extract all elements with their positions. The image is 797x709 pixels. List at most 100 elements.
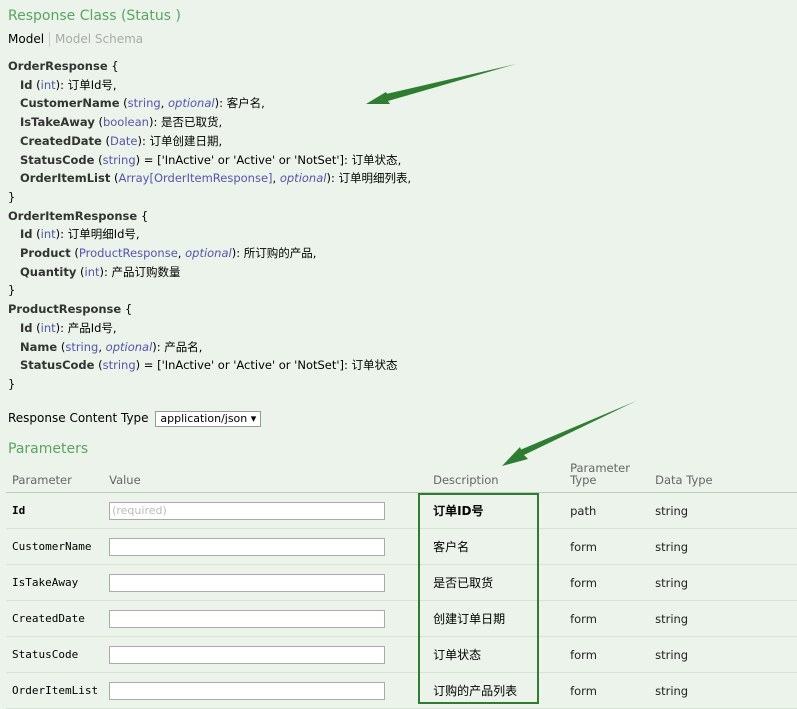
param-row-orderitemlist: OrderItemList 订购的产品列表 form string — [6, 672, 797, 709]
param-type: form — [564, 636, 650, 673]
param-data-type: string — [649, 600, 797, 637]
schema-field: CustomerName (string, optional): 客户名, — [20, 96, 265, 111]
schema-field-desc: 是否已取货 — [160, 115, 219, 130]
schema-field-type: int — [40, 227, 56, 242]
param-value-input[interactable] — [109, 537, 386, 556]
schema-model-name: OrderResponse — [8, 59, 108, 73]
response-content-type-label: Response Content Type — [8, 411, 149, 425]
param-value-input[interactable] — [109, 573, 386, 592]
schema-field-desc: 产品订购数量 — [111, 264, 181, 279]
schema-field: Quantity (int): 产品订购数量 — [20, 264, 181, 279]
model-tabs: Model Model Schema — [8, 32, 143, 47]
parameters-table: Parameter Value Description Parameter Ty… — [6, 462, 797, 709]
schema-field-type: string — [102, 152, 136, 167]
schema-field-desc: 产品Id号 — [67, 320, 113, 335]
param-name: CreatedDate — [6, 600, 104, 637]
schema-model-name: OrderItemResponse — [8, 208, 138, 223]
schema-field-name: Name — [20, 339, 58, 354]
schema-field: CreatedDate (Date): 订单创建日期, — [20, 133, 223, 148]
schema-field-optional: optional — [279, 171, 327, 186]
param-value-cell — [103, 636, 428, 673]
schema-field-optional: optional — [105, 339, 153, 354]
schema-field-type: ProductResponse — [78, 246, 178, 261]
schema-field-type: int — [40, 320, 56, 335]
schema-field-name: Id — [20, 227, 33, 242]
schema-field-optional: optional — [167, 96, 215, 111]
param-type: path — [564, 492, 650, 529]
schema-field-desc: 订单创建日期 — [149, 133, 219, 148]
schema-field-desc: 订单明细列表 — [338, 171, 408, 186]
content-type-select[interactable]: application/json ▾ — [155, 411, 262, 427]
param-value-input[interactable] — [109, 681, 386, 700]
param-value-cell: (required) — [103, 492, 428, 529]
schema-field-name: Quantity — [20, 264, 77, 279]
param-row-createddate: CreatedDate 创建订单日期 form string — [6, 600, 797, 637]
param-type: form — [564, 564, 650, 601]
param-value-cell — [103, 672, 428, 709]
param-value-cell — [103, 528, 428, 565]
param-type: form — [564, 600, 650, 637]
schema-field: Product (ProductResponse, optional): 所订购… — [20, 246, 317, 261]
schema-model-close: } — [8, 189, 16, 204]
schema-field-type: string — [127, 96, 161, 111]
schema-field: Name (string, optional): 产品名, — [20, 339, 203, 354]
param-row-customername: CustomerName 客户名 form string — [6, 528, 797, 565]
schema-model-header: ProductResponse { — [8, 302, 133, 317]
schema-field: Id (int): 产品Id号, — [20, 320, 117, 335]
schema-field: StatusCode (string) = ['InActive' or 'Ac… — [20, 152, 402, 167]
annotation-box — [418, 493, 539, 704]
param-value-input[interactable] — [109, 645, 386, 664]
schema-field-desc: 客户名 — [226, 96, 262, 111]
schema-field-type: string — [65, 339, 99, 354]
param-data-type: string — [649, 528, 797, 565]
schema-field-desc: 订单明细Id号 — [67, 227, 136, 242]
schema-model-header: OrderItemResponse { — [8, 208, 149, 223]
schema-field-optional: optional — [185, 246, 232, 261]
parameters-header-row: Parameter Value Description Parameter Ty… — [6, 462, 797, 493]
schema-field-name: CreatedDate — [20, 133, 102, 148]
param-row-statuscode: StatusCode 订单状态 form string — [6, 636, 797, 673]
schema-field-name: Id — [20, 77, 33, 92]
schema-field: Id (int): 订单Id号, — [20, 77, 117, 92]
param-data-type: string — [649, 672, 797, 709]
param-data-type: string — [649, 636, 797, 673]
schema-field-desc: 订单状态 — [351, 152, 398, 167]
col-parameter-type: Parameter Type — [564, 462, 650, 493]
schema-field-type: Date — [109, 133, 138, 148]
tab-model-schema[interactable]: Model Schema — [55, 32, 143, 46]
model-schema: OrderResponse { Id (int): 订单Id号, CustomerN… — [8, 57, 411, 394]
schema-field-type: boolean — [102, 115, 149, 130]
parameters-title: Parameters — [8, 441, 89, 457]
tab-model[interactable]: Model — [8, 32, 44, 46]
schema-field-type: string — [102, 358, 136, 373]
param-name: IsTakeAway — [6, 564, 104, 601]
param-row-id: Id (required) 订单ID号 path string — [6, 492, 797, 529]
schema-field-name: Product — [20, 246, 71, 261]
param-type: form — [564, 672, 650, 709]
schema-model-name: ProductResponse — [8, 302, 122, 317]
param-value-cell — [103, 600, 428, 637]
schema-field-enum: ['InActive' or 'Active' or 'NotSet'] — [157, 358, 345, 373]
schema-field: OrderItemList (Array[OrderItemResponse],… — [20, 171, 412, 186]
schema-field-name: StatusCode — [20, 358, 95, 373]
schema-field-name: IsTakeAway — [20, 115, 95, 130]
schema-field-desc: 订单状态 — [351, 358, 398, 373]
param-value-input[interactable] — [109, 609, 386, 628]
col-parameter: Parameter — [6, 462, 104, 493]
schema-model-close: } — [8, 376, 16, 391]
schema-field-name: StatusCode — [20, 152, 95, 167]
tab-separator — [49, 32, 51, 47]
schema-field-desc: 订单Id号 — [67, 77, 113, 92]
schema-field: StatusCode (string) = ['InActive' or 'Ac… — [20, 358, 398, 373]
schema-model-header: OrderResponse { — [8, 59, 119, 73]
param-type: form — [564, 528, 650, 565]
param-name: StatusCode — [6, 636, 104, 673]
schema-field-enum: ['InActive' or 'Active' or 'NotSet'] — [157, 152, 345, 167]
schema-field-type: Array[OrderItemResponse] — [118, 171, 273, 186]
param-name: CustomerName — [6, 528, 104, 565]
annotation-arrow-description — [502, 401, 636, 466]
col-description: Description — [427, 462, 565, 493]
response-content-type: Response Content Type application/json ▾ — [8, 411, 262, 427]
param-value-input[interactable]: (required) — [109, 501, 386, 520]
col-value: Value — [103, 462, 428, 493]
